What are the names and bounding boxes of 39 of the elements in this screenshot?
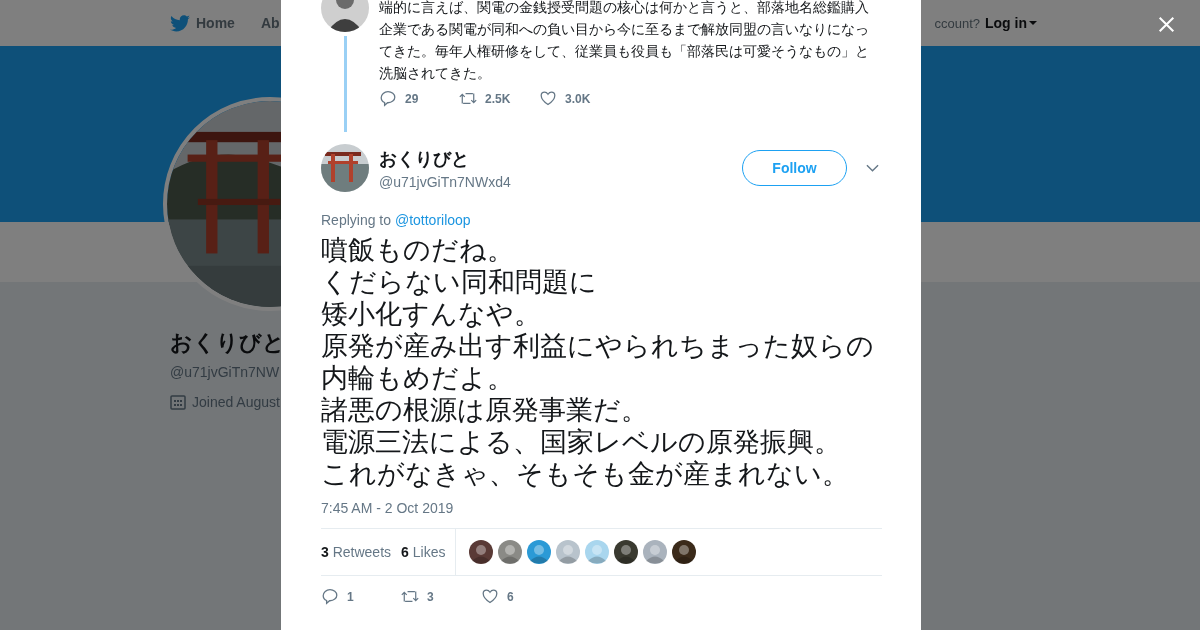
tweet-text-line: くだらない同和問題に	[321, 266, 597, 298]
action-button[interactable]: 1	[321, 588, 401, 605]
tweet-text-line: 噴飯ものだね。	[321, 234, 514, 266]
calendar-icon	[170, 394, 186, 410]
action-button[interactable]: 29	[379, 90, 459, 107]
action-button[interactable]: 6	[481, 588, 561, 605]
action-button[interactable]: 3.0K	[539, 90, 619, 107]
action-button[interactable]: 3	[401, 588, 481, 605]
retweet-icon	[459, 90, 477, 107]
chevron-down-icon[interactable]	[866, 164, 879, 172]
user-name: おくりびと	[379, 147, 470, 171]
login-link[interactable]: Log in	[985, 15, 1037, 31]
joined-date: Joined August	[192, 394, 280, 410]
tweet-text-line: 矮小化すんなや。	[321, 298, 541, 330]
follow-button[interactable]: Follow	[742, 150, 847, 186]
heart-icon	[539, 90, 557, 107]
tweet-text-line: 内輪もめだよ。	[321, 362, 514, 394]
profile-name: おくりびと	[170, 329, 285, 357]
close-icon[interactable]	[1158, 16, 1175, 33]
timestamp: 7:45 AM - 2 Oct 2019	[321, 500, 455, 516]
tweet-text-line: 諸悪の根源は原発事業だ。	[321, 394, 648, 426]
heart-icon	[481, 588, 499, 605]
stat-link[interactable]: 6 Likes	[401, 544, 446, 560]
action-button[interactable]: 2.5K	[459, 90, 539, 107]
profile-handle: @u71jvGiTn7NW	[170, 364, 280, 380]
bird-icon	[170, 14, 190, 32]
tweet-text-line: 電源三法による、国家レベルの原発振興。	[321, 426, 841, 458]
nav-link[interactable]: Home	[170, 14, 235, 32]
reply-icon	[379, 90, 397, 107]
mention-link[interactable]: @tottoriloop	[394, 212, 471, 228]
tweet-text: 端的に言えば、関電の金銭授受問題の核心は何かと言うと、部落地名総鑑購入企業である関電が同和への負い目から今に至るまで解放同盟の言いなりになってきた。毎年人権研修をして、従業員も役員も「部落民は可愛そうなもの」と洗脳されてきた。	[379, 0, 870, 83]
user-handle: @u71jvGiTn7NWxd4	[379, 173, 512, 190]
tweet-text-line: これがなきゃ、そもそも金が産まれない。	[321, 458, 849, 490]
tweet-text-line: 原発が産み出す利益にやられちまった奴らの	[321, 330, 874, 362]
stat-link[interactable]: 3 Retweets	[321, 544, 392, 560]
nav-link[interactable]: Ab	[260, 14, 280, 32]
account-prompt: ccount?	[934, 15, 980, 31]
reply-icon	[321, 588, 339, 605]
retweet-icon	[401, 588, 419, 605]
